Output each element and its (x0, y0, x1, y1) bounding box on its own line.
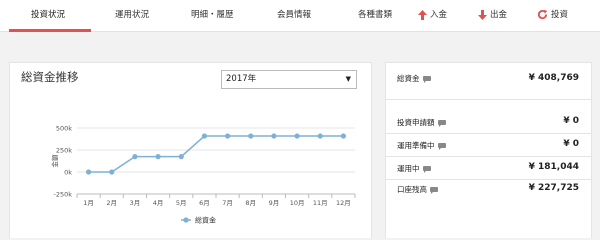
y-tick-label: 0k (64, 169, 72, 177)
preparing-value: ¥ 0 (563, 139, 579, 149)
data-point (294, 133, 300, 139)
tab-documents[interactable]: 各種書類 (358, 0, 392, 32)
account-balance-label: 口座残高 (397, 185, 427, 194)
withdraw-label: 出金 (490, 10, 508, 20)
data-point (340, 133, 347, 139)
data-point (201, 133, 208, 139)
x-tick-label: 3月 (130, 199, 141, 207)
withdraw-button[interactable]: 出金 (478, 0, 507, 32)
y-tick-label: 250k (56, 147, 72, 155)
info-bubble-icon[interactable] (430, 186, 438, 194)
x-tick-label: 4月 (153, 199, 164, 207)
data-point (224, 133, 231, 139)
info-bubble-icon[interactable] (437, 142, 446, 150)
applied-amount-value: ¥ 0 (563, 116, 579, 126)
x-tick-label: 6月 (199, 199, 210, 207)
y-tick-label: -250k (53, 191, 72, 199)
line-chart: 500k 250k 0k -250k 1月 2月 3月 4月 5月 6月 7月 8月 9月 10月 11月 1… (50, 125, 356, 225)
deposit-label: 入金 (430, 10, 448, 20)
x-tick-label: 10月 (290, 199, 305, 207)
y-axis-label: 金額 (50, 154, 59, 168)
arrow-down-icon (478, 9, 487, 20)
active-tab-indicator (9, 29, 91, 32)
series-line-total-funds (88, 135, 344, 173)
data-point (109, 169, 115, 175)
invest-button[interactable]: 投資 (537, 0, 568, 32)
applied-amount-label: 投資申請額 (397, 118, 435, 127)
tab-operation-status[interactable]: 運用状況 (115, 0, 149, 32)
data-point (178, 154, 184, 160)
info-bubble-icon[interactable] (437, 119, 446, 127)
x-tick-label: 2月 (106, 199, 117, 207)
in-operation-label: 運用中 (397, 164, 420, 173)
divider (386, 99, 591, 100)
row-label-wrap: 運用準備中 (397, 140, 446, 151)
in-operation-value: ¥ 181,044 (528, 162, 579, 172)
tab-details-history[interactable]: 明細・履歴 (191, 0, 234, 32)
data-point (132, 154, 138, 160)
top-nav: 投資状況 運用状況 明細・履歴 会員情報 各種書類 入金 出金 投資 (0, 0, 600, 32)
account-balance-value: ¥ 227,725 (528, 183, 579, 193)
deposit-button[interactable]: 入金 (418, 0, 447, 32)
total-funds-chart-panel: 総資金推移 2017年 ▼ 500k 250k 0k -250k 1月 2月 3月 4月 5月 6… (9, 62, 372, 238)
x-tick-label: 9月 (269, 199, 280, 207)
total-row: 総資金 ¥ 408,769 (386, 63, 591, 99)
refresh-icon (537, 9, 548, 20)
total-label-wrap: 総資金 (397, 73, 431, 84)
invest-label: 投資 (551, 10, 569, 20)
x-tick-label: 5月 (176, 199, 187, 207)
divider (386, 133, 591, 134)
arrow-up-icon (418, 9, 427, 20)
total-label: 総資金 (397, 74, 420, 83)
legend-label: 総資金 (195, 216, 216, 225)
data-point (271, 133, 277, 139)
x-tick-label: 11月 (313, 199, 328, 207)
row-label-wrap: 運用中 (397, 163, 431, 174)
total-value: ¥ 408,769 (528, 73, 579, 83)
legend-marker (183, 217, 189, 223)
row-label-wrap: 口座残高 (397, 184, 438, 195)
y-tick-label: 500k (56, 125, 72, 133)
data-point (85, 169, 92, 175)
divider (386, 156, 591, 157)
info-bubble-icon[interactable] (422, 165, 431, 173)
data-point (317, 133, 323, 139)
tab-member-info[interactable]: 会員情報 (277, 0, 311, 32)
divider (386, 179, 591, 180)
preparing-label: 運用準備中 (397, 141, 435, 150)
x-tick-label: 12月 (336, 199, 351, 207)
info-bubble-icon[interactable] (422, 75, 431, 83)
x-tick-label: 8月 (245, 199, 256, 207)
summary-panel: 総資金 ¥ 408,769 投資申請額 ¥ 0 運用準備中 ¥ 0 運用中 ¥ … (385, 62, 592, 238)
data-point (155, 154, 161, 160)
row-label-wrap: 投資申請額 (397, 117, 446, 128)
x-tick-label: 1月 (83, 199, 94, 207)
tab-investment-status[interactable]: 投資状況 (31, 0, 65, 32)
x-tick-label: 7月 (222, 199, 233, 207)
data-point (248, 133, 254, 139)
